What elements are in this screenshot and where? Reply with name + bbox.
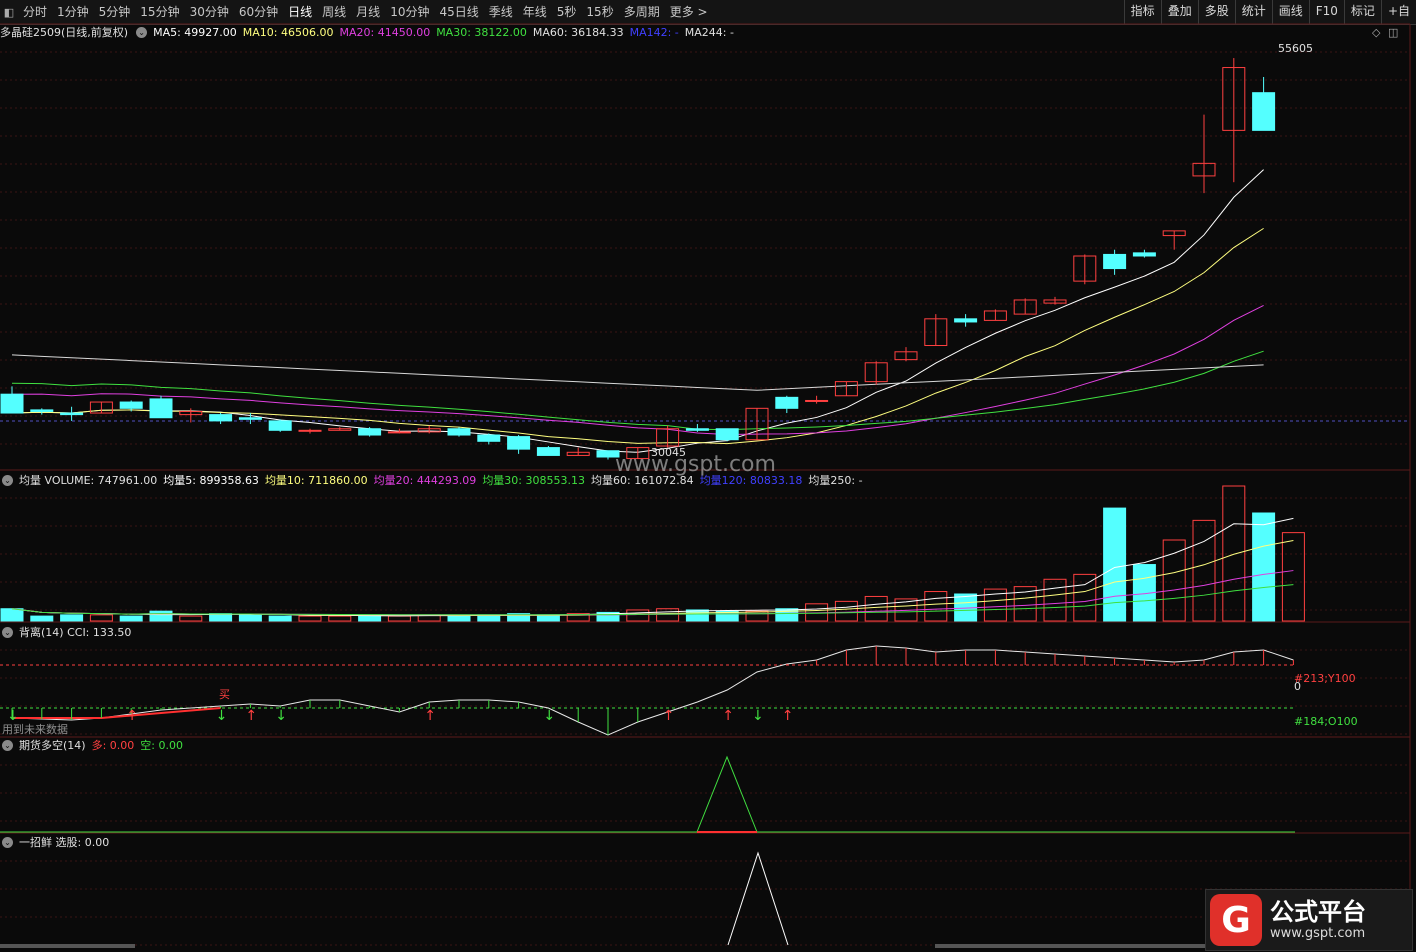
volume-bar	[1073, 573, 1097, 622]
candle-body	[1132, 252, 1156, 257]
volume-bar	[30, 615, 54, 622]
candle-body	[238, 417, 262, 420]
volume-bar	[119, 615, 143, 622]
candle-body	[149, 398, 173, 419]
volume-bar	[864, 595, 888, 622]
gspt-logo: G 公式平台 www.gspt.com	[1205, 889, 1413, 951]
volume-bar	[924, 591, 948, 622]
volume-bar	[1162, 539, 1186, 622]
cci-line	[11, 645, 1294, 736]
candle-body	[507, 436, 531, 450]
volume-bar	[387, 615, 411, 622]
buy-signal-label: 买	[219, 688, 230, 701]
diamond-icon[interactable]: ◇	[1372, 26, 1380, 39]
volume-bar	[60, 614, 84, 622]
sell-arrow-icon: ↓	[216, 708, 228, 724]
volume-bar	[0, 608, 24, 622]
divergence-line	[12, 707, 221, 719]
buy-arrow-icon: ↑	[245, 708, 257, 724]
buy-arrow-icon: ↑	[424, 708, 436, 724]
volume-bar	[1281, 532, 1305, 622]
candle-body	[119, 401, 143, 409]
sell-arrow-icon: ↓	[752, 708, 764, 724]
volume-bar	[626, 609, 650, 622]
candle-body	[358, 428, 382, 436]
volume-bar	[1103, 507, 1127, 622]
candle-body	[447, 428, 471, 436]
cci-upper-label: #213;Y100	[1294, 672, 1356, 685]
watermark: www.gspt.com	[615, 452, 776, 477]
buy-arrow-icon: ↑	[722, 708, 734, 724]
volume-bar	[328, 615, 352, 622]
volume-bar	[89, 614, 113, 622]
sell-arrow-icon: ↓	[543, 708, 555, 724]
volume-ma5-line	[11, 517, 1294, 617]
ma20-line	[11, 304, 1264, 436]
volume-bar	[834, 600, 858, 622]
volume-bar	[149, 610, 173, 622]
volume-bar	[298, 615, 322, 622]
volume-bar	[268, 615, 292, 622]
pick-signal-spike	[727, 851, 789, 946]
ma5-line	[11, 169, 1264, 453]
volume-bar	[238, 614, 262, 622]
cci-zero-label: 0	[1294, 680, 1301, 693]
volume-ma20-line	[11, 570, 1294, 616]
cci-lower-label: #184;O100	[1294, 715, 1358, 728]
candle-body	[805, 399, 829, 402]
candle-body	[536, 447, 560, 456]
buy-arrow-icon: ↑	[782, 708, 794, 724]
scrollbar-thumb-right	[935, 944, 1205, 948]
scrollbar-thumb	[0, 944, 135, 948]
logo-g-icon: G	[1210, 894, 1262, 946]
future-data-note: 用到未来数据	[2, 723, 68, 736]
volume-bar	[179, 615, 203, 622]
candle-body	[30, 409, 54, 412]
sell-arrow-icon: ↓	[275, 708, 287, 724]
candle-body	[477, 434, 501, 442]
logo-url: www.gspt.com	[1270, 926, 1366, 941]
candle-body	[685, 428, 709, 431]
candle-body	[209, 414, 233, 422]
candle-body	[298, 429, 322, 432]
buy-arrow-icon: ↑	[663, 708, 675, 724]
candle-body	[1103, 253, 1127, 270]
high-price-label: 55605	[1278, 42, 1313, 55]
candle-body	[0, 393, 24, 414]
candle-body	[715, 428, 739, 441]
window-icon[interactable]: ◫	[1388, 26, 1398, 39]
candle-body	[387, 431, 411, 434]
buy-arrow-icon: ↑	[126, 708, 138, 724]
candle-body	[775, 396, 799, 409]
candle-body	[60, 412, 84, 416]
volume-bar	[1192, 519, 1216, 622]
ma30-line	[11, 350, 1264, 431]
volume-bar	[1252, 512, 1276, 622]
candle-body	[954, 318, 978, 323]
volume-bar	[775, 608, 799, 622]
volume-bar	[447, 615, 471, 622]
volume-bar	[656, 608, 680, 622]
candle-body	[1252, 92, 1276, 131]
logo-title: 公式平台	[1270, 898, 1366, 926]
volume-bar	[1043, 578, 1067, 622]
candle-body	[268, 420, 292, 431]
